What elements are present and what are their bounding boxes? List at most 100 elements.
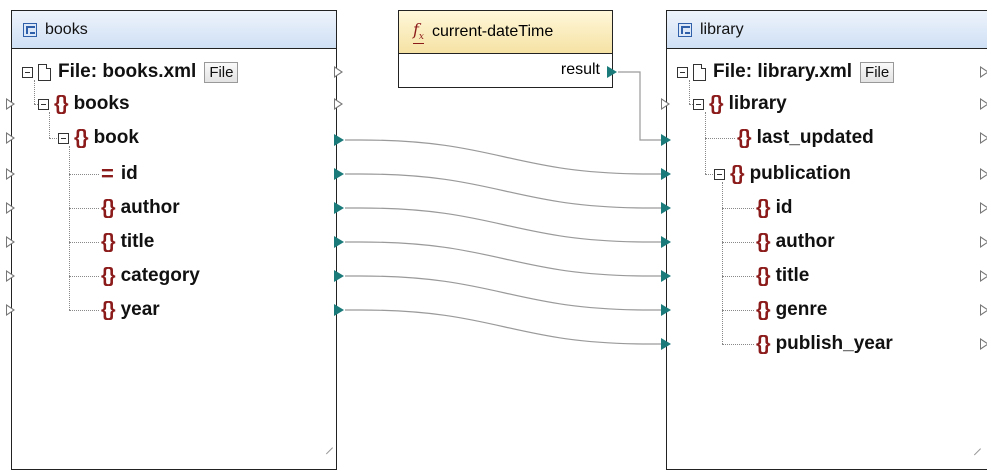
input-port-icon[interactable] <box>661 98 670 110</box>
input-port-icon[interactable] <box>6 236 15 248</box>
schema-icon <box>678 22 692 37</box>
output-port-icon[interactable] <box>980 304 987 316</box>
collapse-toggle-icon[interactable] <box>58 132 69 144</box>
tree-line <box>722 242 754 243</box>
collapse-toggle-icon[interactable] <box>677 66 688 78</box>
schema-icon <box>23 22 37 37</box>
collapse-toggle-icon[interactable] <box>714 168 725 180</box>
output-port-connected-icon[interactable] <box>334 236 344 248</box>
output-port-icon[interactable] <box>980 168 987 180</box>
output-port-icon[interactable] <box>980 202 987 214</box>
element-icon: {} <box>74 126 89 149</box>
target-node-last-updated[interactable]: {} last_updated <box>737 126 874 150</box>
resize-handle[interactable] <box>322 437 334 449</box>
output-port-icon[interactable] <box>980 338 987 350</box>
source-component-header[interactable]: books <box>12 11 336 49</box>
node-label: id <box>120 163 138 184</box>
output-port-connected-icon[interactable] <box>334 304 344 316</box>
target-node-genre[interactable]: {} genre <box>756 298 827 322</box>
source-node-year[interactable]: {} year <box>101 298 160 322</box>
target-node-author[interactable]: {} author <box>756 230 835 254</box>
output-port-connected-icon[interactable] <box>334 168 344 180</box>
input-port-connected-icon[interactable] <box>661 338 671 350</box>
target-node-library[interactable]: {} library <box>693 92 787 116</box>
input-port-icon[interactable] <box>6 98 15 110</box>
node-label: books <box>73 93 130 114</box>
collapse-toggle-icon[interactable] <box>22 66 33 78</box>
input-port-connected-icon[interactable] <box>661 134 671 146</box>
target-file-row[interactable]: File: library.xml File <box>677 60 895 84</box>
output-port-icon[interactable] <box>980 66 987 78</box>
target-node-publish-year[interactable]: {} publish_year <box>756 332 893 356</box>
collapse-toggle-icon[interactable] <box>38 98 49 110</box>
input-port-connected-icon[interactable] <box>661 304 671 316</box>
target-node-publication[interactable]: {} publication <box>714 162 851 186</box>
target-component-header[interactable]: library <box>667 11 987 49</box>
element-icon: {} <box>756 196 771 219</box>
input-port-icon[interactable] <box>6 270 15 282</box>
function-header[interactable]: fx current-dateTime <box>399 11 612 54</box>
target-node-title[interactable]: {} title <box>756 264 809 288</box>
output-port-icon[interactable] <box>980 132 987 144</box>
tree-line <box>722 208 754 209</box>
wire-book-publication <box>345 139 668 175</box>
input-port-connected-icon[interactable] <box>661 236 671 248</box>
target-file-label: File: library.xml <box>713 61 853 82</box>
output-port-connected-icon[interactable] <box>334 202 344 214</box>
target-component-title: library <box>700 20 744 38</box>
tree-line <box>69 242 99 243</box>
input-port-icon[interactable] <box>6 304 15 316</box>
element-icon: {} <box>101 196 116 219</box>
source-component-title: books <box>45 20 88 38</box>
source-file-row[interactable]: File: books.xml File <box>22 60 239 84</box>
wire-author-author <box>345 207 668 243</box>
output-port-icon[interactable] <box>334 98 343 110</box>
element-icon: {} <box>756 264 771 287</box>
source-node-id[interactable]: = id <box>101 162 138 186</box>
output-port-icon[interactable] <box>980 270 987 282</box>
output-port-icon[interactable] <box>334 66 343 78</box>
input-port-connected-icon[interactable] <box>661 202 671 214</box>
output-port-icon[interactable] <box>980 236 987 248</box>
wire-id-id <box>345 173 668 209</box>
wire-category-genre <box>345 275 668 311</box>
input-port-icon[interactable] <box>6 168 15 180</box>
node-label: publication <box>749 163 851 184</box>
tree-line <box>722 344 754 345</box>
output-port-connected-icon[interactable] <box>334 134 344 146</box>
source-node-category[interactable]: {} category <box>101 264 200 288</box>
element-icon: {} <box>101 230 116 253</box>
input-port-connected-icon[interactable] <box>661 270 671 282</box>
tree-line <box>722 310 754 311</box>
element-icon: {} <box>756 298 771 321</box>
source-node-book[interactable]: {} book <box>58 126 139 150</box>
node-label: genre <box>775 299 828 320</box>
source-node-author[interactable]: {} author <box>101 196 180 220</box>
attribute-icon: = <box>101 161 114 186</box>
function-current-datetime[interactable]: fx current-dateTime result <box>398 10 613 88</box>
node-label: publish_year <box>775 333 893 354</box>
source-node-title[interactable]: {} title <box>101 230 154 254</box>
node-label: last_updated <box>756 127 874 148</box>
node-label: year <box>120 299 160 320</box>
output-port-connected-icon[interactable] <box>607 66 617 78</box>
output-port-icon[interactable] <box>980 98 987 110</box>
input-port-connected-icon[interactable] <box>661 168 671 180</box>
resize-handle[interactable] <box>970 438 982 450</box>
target-node-id[interactable]: {} id <box>756 196 792 220</box>
target-file-button[interactable]: File <box>860 61 895 83</box>
element-icon: {} <box>756 230 771 253</box>
element-icon: {} <box>737 126 752 149</box>
input-port-icon[interactable] <box>6 132 15 144</box>
element-icon: {} <box>101 264 116 287</box>
input-port-icon[interactable] <box>6 202 15 214</box>
source-node-books[interactable]: {} books <box>38 92 130 116</box>
output-port-connected-icon[interactable] <box>334 270 344 282</box>
element-icon: {} <box>756 332 771 355</box>
tree-line <box>705 112 706 174</box>
tree-line <box>69 146 70 310</box>
source-file-button[interactable]: File <box>204 61 239 83</box>
node-label: category <box>120 265 200 286</box>
collapse-toggle-icon[interactable] <box>693 98 704 110</box>
element-icon: {} <box>101 298 116 321</box>
